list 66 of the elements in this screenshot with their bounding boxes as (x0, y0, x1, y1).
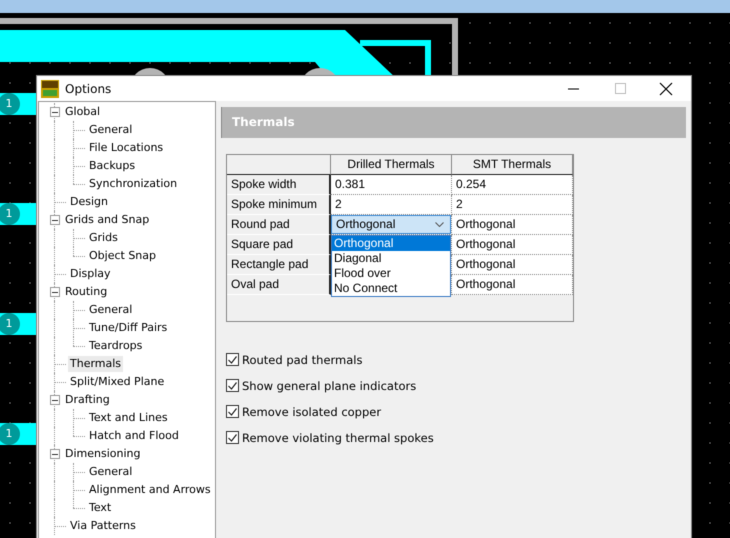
collapse-icon[interactable] (50, 449, 60, 459)
collapse-icon[interactable] (50, 395, 60, 405)
tree-item[interactable]: Text and Lines (87, 410, 170, 426)
tree-item[interactable]: Object Snap (87, 248, 158, 264)
table-cell: 2 (331, 195, 452, 215)
tree-item[interactable]: General (87, 302, 134, 318)
tree-item[interactable]: Backups (87, 158, 138, 174)
checkbox[interactable] (226, 431, 239, 444)
window-title: Options (65, 82, 112, 96)
tree-item[interactable]: Via Patterns (68, 518, 138, 534)
tree-item[interactable]: Grids (87, 230, 120, 246)
collapse-icon[interactable] (50, 215, 60, 225)
row-header: Spoke width (227, 175, 331, 195)
table-cell: Orthogonal (452, 215, 573, 235)
checkbox[interactable] (226, 379, 239, 392)
checkbox[interactable] (226, 405, 239, 418)
tree-item[interactable]: Tune/Diff Pairs (87, 320, 170, 336)
pad-number: 1 (0, 423, 20, 445)
row-header: Round pad (227, 215, 331, 235)
checkbox[interactable] (226, 353, 239, 366)
dropdown-option[interactable]: Flood over (332, 266, 450, 281)
collapse-icon[interactable] (50, 287, 60, 297)
tree-item[interactable]: Design (68, 194, 110, 210)
checkbox-label: Routed pad thermals (242, 352, 362, 366)
dropdown-option[interactable]: No Connect (332, 281, 450, 296)
tree-item[interactable]: Display (68, 266, 113, 282)
chevron-down-icon (435, 222, 444, 227)
page-header: Thermals (221, 107, 686, 138)
dropdown-option[interactable]: Diagonal (332, 251, 450, 266)
row-header: Rectangle pad (227, 255, 331, 275)
collapse-icon[interactable] (50, 107, 60, 117)
app-icon (41, 80, 59, 98)
tree-item[interactable]: Split/Mixed Plane (68, 374, 166, 390)
tree-item[interactable]: Drafting (63, 392, 112, 408)
tree-item[interactable]: Routing (63, 284, 110, 300)
table-cell: 2 (452, 195, 573, 215)
table-cell: Orthogonal (452, 255, 573, 275)
pad-number: 1 (0, 93, 20, 115)
table-cell: 0.254 (452, 175, 573, 195)
dropdown-field[interactable]: Orthogonal (331, 215, 451, 234)
dropdown-option[interactable]: Orthogonal (332, 236, 450, 251)
row-header: Square pad (227, 235, 331, 255)
pad-number: 1 (0, 313, 20, 335)
pad-number: 1 (0, 203, 20, 225)
tree-item[interactable]: Alignment and Arrows (87, 482, 213, 498)
table-cell: Orthogonal (452, 275, 573, 295)
tree-item[interactable]: Hatch and Flood (87, 428, 181, 444)
tree-item[interactable]: Text (87, 500, 114, 516)
tree-item[interactable]: Dimensioning (63, 446, 142, 462)
table-cell: Orthogonal (452, 235, 573, 255)
tree-item[interactable]: Teardrops (87, 338, 144, 354)
column-header: Drilled Thermals (331, 155, 452, 175)
checkbox-label: Remove violating thermal spokes (242, 430, 434, 444)
tree-item[interactable]: File Locations (87, 140, 166, 156)
tree-item[interactable]: Thermals (68, 356, 124, 372)
tree-item[interactable]: General (87, 122, 134, 138)
tree-item[interactable]: Synchronization (87, 176, 180, 192)
checkbox-label: Remove isolated copper (242, 404, 382, 418)
tree-item[interactable]: General (87, 464, 134, 480)
row-header: Spoke minimum (227, 195, 331, 215)
tree-item[interactable]: Global (63, 104, 102, 120)
table-cell: 0.381 (331, 175, 452, 195)
tree-item[interactable]: Grids and Snap (63, 212, 152, 228)
column-header: SMT Thermals (452, 155, 573, 175)
checkbox-label: Show general plane indicators (242, 378, 416, 392)
row-header: Oval pad (227, 275, 331, 295)
